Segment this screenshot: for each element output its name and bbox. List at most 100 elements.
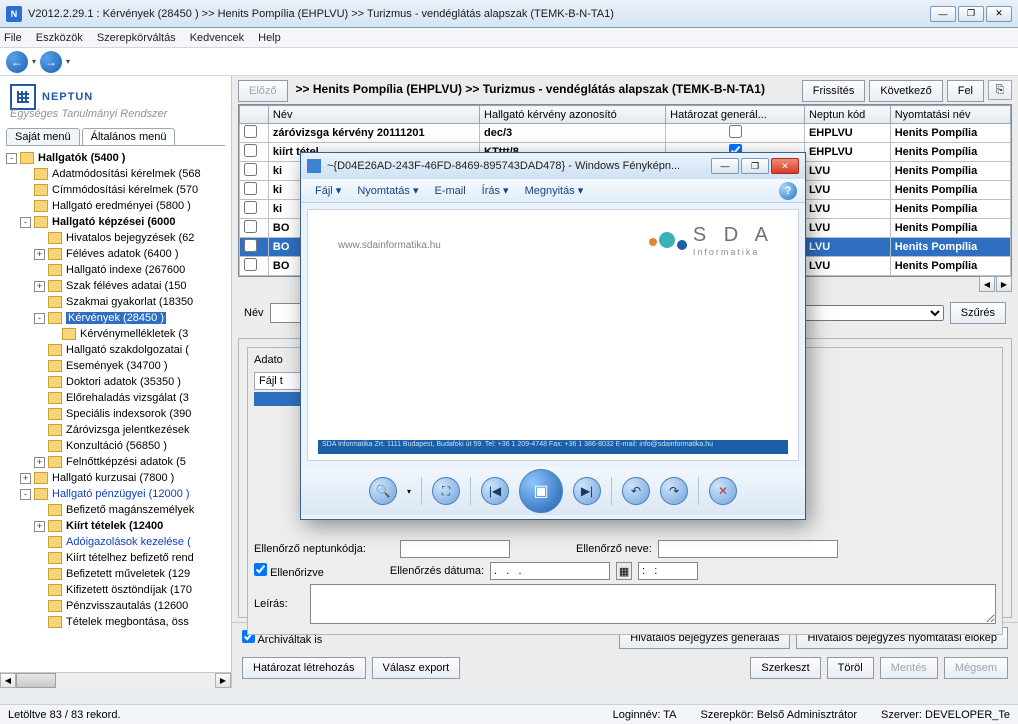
row-hatarozat-checkbox[interactable] [729,125,742,138]
fit-icon[interactable]: ⛶ [432,477,460,505]
zoom-out-icon[interactable]: 🔍 [369,477,397,505]
btn-mentes[interactable]: Mentés [880,657,938,679]
tree-node[interactable]: +Hallgató kurzusai (7800 ) [6,470,231,486]
tree-node[interactable]: Kifizetett ösztöndíjak (170 [6,582,231,598]
tab-general-menu[interactable]: Általános menü [82,128,176,145]
grid-header[interactable]: Hallgató kérvény azonosító [480,106,666,124]
viewer-menu-file[interactable]: Fájl ▾ [309,182,347,199]
tree-node[interactable]: Kiírt tételhez befizető rend [6,550,231,566]
checkbox-ellenorizve[interactable] [254,563,267,576]
rotate-cw-icon[interactable]: ↷ [660,477,688,505]
btn-hatarozat[interactable]: Határozat létrehozás [242,657,366,679]
btn-szerkeszt[interactable]: Szerkeszt [750,657,820,679]
tree-node[interactable]: Hallgató eredményei (5800 ) [6,198,231,214]
btn-torol[interactable]: Töröl [827,657,874,679]
row-checkbox[interactable] [244,201,257,214]
slideshow-icon[interactable]: ▣ [519,469,563,513]
scroll-left-icon[interactable]: ◀ [0,673,16,688]
btn-valasz-export[interactable]: Válasz export [372,657,461,679]
tree-node[interactable]: -Hallgatók (5400 ) [6,150,231,166]
minimize-button[interactable]: — [930,6,956,22]
rotate-ccw-icon[interactable]: ↶ [622,477,650,505]
photo-viewer-window[interactable]: ~{D04E26AD-243F-46FD-8469-895743DAD478} … [300,152,806,520]
prev-button[interactable]: Előző [238,80,288,102]
input-ell-time[interactable] [638,562,698,580]
row-checkbox[interactable] [244,239,257,252]
viewer-maximize-button[interactable]: ❐ [741,158,769,174]
row-checkbox[interactable] [244,182,257,195]
tree-node[interactable]: Tételek megbontása, öss [6,614,231,630]
grid-header[interactable]: Neptun kód [804,106,890,124]
tab-own-menu[interactable]: Saját menü [6,128,80,145]
tree-node[interactable]: Szakmai gyakorlat (18350 [6,294,231,310]
prev-image-icon[interactable]: |◀ [481,477,509,505]
tree-hscroll[interactable]: ◀ ▶ [0,672,231,688]
input-ell-datum[interactable] [490,562,610,580]
tree-node[interactable]: Adóigazolások kezelése ( [6,534,231,550]
viewer-menu-burn[interactable]: Írás ▾ [476,182,515,199]
nav-back-button[interactable]: ← [6,51,28,73]
next-button[interactable]: Következő [869,80,942,102]
row-checkbox[interactable] [244,258,257,271]
tree-node[interactable]: Doktori adatok (35350 ) [6,374,231,390]
tree-node[interactable]: -Kérvények (28450 ) [6,310,231,326]
tree-node[interactable]: -Hallgató képzései (6000 [6,214,231,230]
row-checkbox[interactable] [244,220,257,233]
up-button[interactable]: Fel [947,80,984,102]
nav-forward-button[interactable]: → [40,51,62,73]
viewer-close-button[interactable]: ✕ [771,158,799,174]
textarea-leiras[interactable] [310,584,996,624]
tree-node[interactable]: Pénzvisszautalás (12600 [6,598,231,614]
filter-combo[interactable] [784,305,944,321]
tree-node[interactable]: +Szak féléves adatai (150 [6,278,231,294]
tree-node[interactable]: Hallgató indexe (267600 [6,262,231,278]
tree-node[interactable]: -Hallgató pénzügyei (12000 ) [6,486,231,502]
input-ellenorzo-kod[interactable] [400,540,510,558]
table-row[interactable]: záróvizsga kérvény 20111201dec/3EHPLVUHe… [240,124,1011,143]
fajl-tab[interactable]: Fájl t [254,372,304,390]
tree-node[interactable]: Hallgató szakdolgozatai ( [6,342,231,358]
next-image-icon[interactable]: ▶| [573,477,601,505]
close-button[interactable]: ✕ [986,6,1012,22]
tree-node[interactable]: Befizetett műveletek (129 [6,566,231,582]
grid-header[interactable]: Név [268,106,479,124]
tree-node[interactable]: Záróvizsga jelentkezések [6,422,231,438]
refresh-button[interactable]: Frissítés [802,80,866,102]
scroll-thumb[interactable] [16,673,56,688]
tree-node[interactable]: +Féléves adatok (6400 ) [6,246,231,262]
viewer-minimize-button[interactable]: — [711,158,739,174]
calendar-icon[interactable]: ▦ [616,562,632,580]
grid-scroll-right[interactable]: ▶ [996,276,1012,292]
scroll-right-icon[interactable]: ▶ [215,673,231,688]
menu-help[interactable]: Help [258,32,281,44]
tree-node[interactable]: Adatmódosítási kérelmek (568 [6,166,231,182]
tree-node[interactable]: Speciális indexsorok (390 [6,406,231,422]
viewer-titlebar[interactable]: ~{D04E26AD-243F-46FD-8469-895743DAD478} … [301,153,805,179]
row-checkbox[interactable] [244,144,257,157]
nav-tree[interactable]: -Hallgatók (5400 )Adatmódosítási kérelme… [0,146,231,672]
grid-header[interactable] [240,106,269,124]
tree-node[interactable]: Előrehaladás vizsgálat (3 [6,390,231,406]
btn-megsem[interactable]: Mégsem [944,657,1008,679]
tree-node[interactable]: Hivatalos bejegyzések (62 [6,230,231,246]
maximize-button[interactable]: ❐ [958,6,984,22]
tree-node[interactable]: Befizető magánszemélyek [6,502,231,518]
grid-header[interactable]: Határozat generál... [666,106,805,124]
tree-node[interactable]: +Kiírt tételek (12400 [6,518,231,534]
viewer-help-icon[interactable]: ? [779,182,797,200]
viewer-menu-print[interactable]: Nyomtatás ▾ [351,182,424,199]
menu-favorites[interactable]: Kedvencek [190,32,244,44]
pin-icon[interactable]: ⎘ [988,80,1012,100]
filter-button[interactable]: Szűrés [950,302,1006,324]
tree-node[interactable]: Kérvénymellékletek (3 [6,326,231,342]
viewer-menu-email[interactable]: E-mail [428,183,471,199]
tree-node[interactable]: Címmódosítási kérelmek (570 [6,182,231,198]
menu-tools[interactable]: Eszközök [36,32,83,44]
tree-node[interactable]: Események (34700 ) [6,358,231,374]
menu-roleswitch[interactable]: Szerepkörváltás [97,32,176,44]
delete-icon[interactable]: ✕ [709,477,737,505]
grid-header[interactable]: Nyomtatási név [890,106,1010,124]
viewer-menu-open[interactable]: Megnyitás ▾ [519,182,590,199]
tree-node[interactable]: +Felnőttképzési adatok (5 [6,454,231,470]
input-ellenorzo-nev[interactable] [658,540,838,558]
